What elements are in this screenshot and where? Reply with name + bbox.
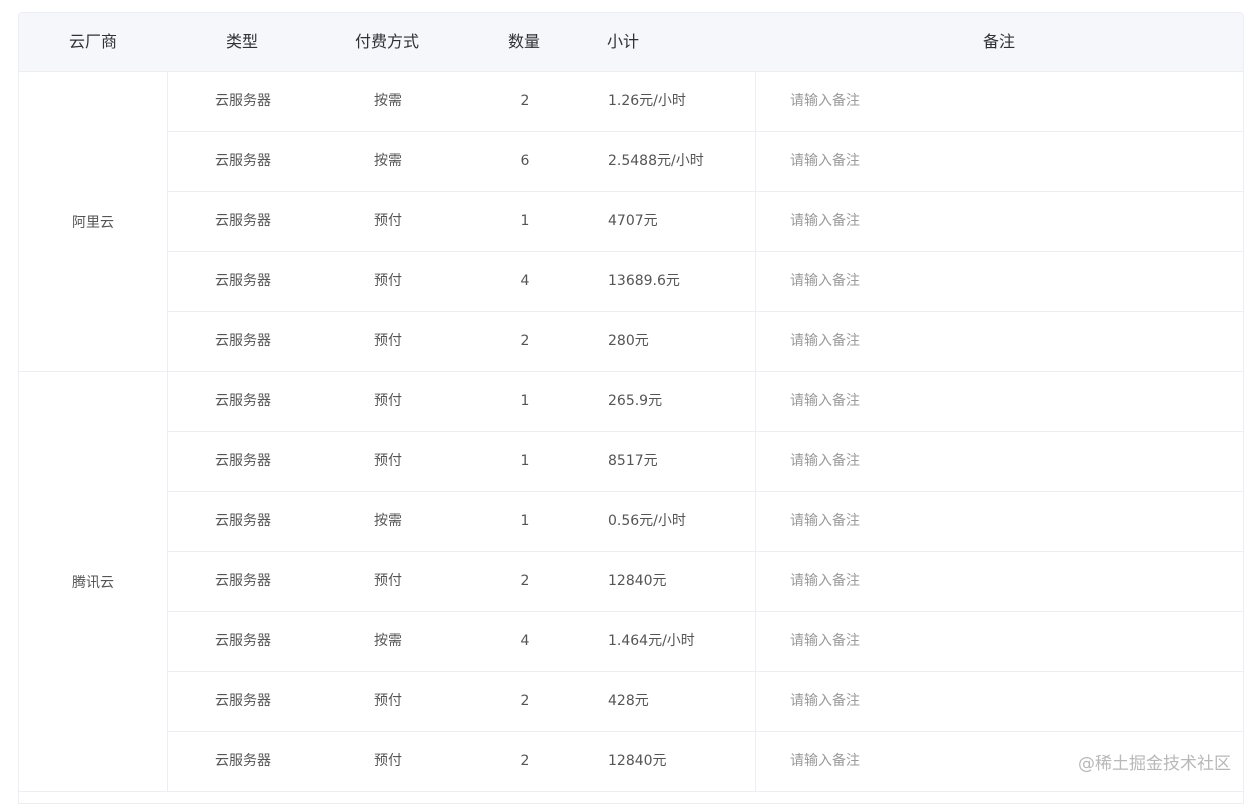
- quantity-cell: 1: [520, 393, 530, 409]
- table-row: 云服务器 按需 4 1.464元/小时: [168, 612, 1243, 672]
- note-input[interactable]: [790, 266, 1210, 296]
- note-cell: [755, 132, 1243, 191]
- type-cell: 云服务器: [215, 393, 271, 409]
- header-subtotal: 小计: [607, 32, 640, 51]
- cloud-cost-table: 云厂商 类型 付费方式 数量 小计 备注 阿里云 云服务器 按需 2 1.26元…: [18, 12, 1244, 804]
- subtotal-cell: 265.9元: [608, 393, 663, 409]
- table-header: 云厂商 类型 付费方式 数量 小计 备注: [19, 13, 1243, 72]
- subtotal-cell: 2.5488元/小时: [608, 153, 704, 169]
- note-cell: [755, 432, 1243, 491]
- payment-cell: 预付: [374, 573, 402, 589]
- header-vendor: 云厂商: [68, 32, 117, 51]
- note-input[interactable]: [790, 686, 1210, 716]
- note-input[interactable]: [790, 446, 1210, 476]
- vendor-name: 腾讯云: [19, 372, 168, 791]
- note-input[interactable]: [790, 506, 1210, 536]
- subtotal-cell: 13689.6元: [608, 273, 680, 289]
- note-cell: [755, 492, 1243, 551]
- table-row: 云服务器 预付 1 8517元: [168, 432, 1243, 492]
- quantity-cell: 2: [520, 693, 530, 709]
- subtotal-cell: 1.464元/小时: [608, 633, 695, 649]
- table-row: 云服务器 按需 6 2.5488元/小时: [168, 132, 1243, 192]
- note-cell: [755, 72, 1243, 131]
- type-cell: 云服务器: [215, 633, 271, 649]
- quantity-cell: 2: [520, 333, 530, 349]
- subtotal-cell: 4707元: [608, 213, 658, 229]
- quantity-cell: 1: [520, 513, 530, 529]
- note-cell: [755, 252, 1243, 311]
- header-type: 类型: [225, 32, 258, 51]
- type-cell: 云服务器: [215, 213, 271, 229]
- header-payment: 付费方式: [354, 32, 419, 51]
- subtotal-cell: 428元: [608, 693, 649, 709]
- note-input[interactable]: [790, 386, 1210, 416]
- note-cell: [755, 312, 1243, 371]
- payment-cell: 按需: [374, 153, 402, 169]
- type-cell: 云服务器: [215, 513, 271, 529]
- quantity-cell: 2: [520, 573, 530, 589]
- quantity-cell: 2: [520, 753, 530, 769]
- type-cell: 云服务器: [215, 93, 271, 109]
- vendor-group: 腾讯云 云服务器 预付 1 265.9元 云服务器 预付 1 8517元 云服务…: [19, 372, 1243, 792]
- note-input[interactable]: [790, 566, 1210, 596]
- header-quantity: 数量: [507, 32, 540, 51]
- note-input[interactable]: [790, 326, 1210, 356]
- quantity-cell: 4: [520, 273, 530, 289]
- table-row: 云服务器 按需 1 0.56元/小时: [168, 492, 1243, 552]
- note-input[interactable]: [790, 206, 1210, 236]
- payment-cell: 预付: [374, 213, 402, 229]
- payment-cell: 预付: [374, 273, 402, 289]
- type-cell: 云服务器: [215, 693, 271, 709]
- vendor-name: 阿里云: [19, 72, 168, 371]
- quantity-cell: 1: [520, 213, 530, 229]
- note-input[interactable]: [790, 626, 1210, 656]
- note-cell: [755, 552, 1243, 611]
- table-row: 云服务器 预付 2 280元: [168, 312, 1243, 371]
- payment-cell: 预付: [374, 753, 402, 769]
- watermark: @稀土掘金技术社区: [1078, 754, 1231, 774]
- note-cell: [755, 192, 1243, 251]
- subtotal-cell: 12840元: [608, 573, 667, 589]
- table-row: 云服务器 按需 2 1.26元/小时: [168, 72, 1243, 132]
- type-cell: 云服务器: [215, 753, 271, 769]
- note-cell: [755, 672, 1243, 731]
- quantity-cell: 1: [520, 453, 530, 469]
- table-row: 云服务器 预付 1 265.9元: [168, 372, 1243, 432]
- payment-cell: 按需: [374, 633, 402, 649]
- type-cell: 云服务器: [215, 333, 271, 349]
- payment-cell: 预付: [374, 693, 402, 709]
- payment-cell: 按需: [374, 93, 402, 109]
- header-note: 备注: [982, 32, 1015, 51]
- note-cell: [755, 612, 1243, 671]
- payment-cell: 预付: [374, 333, 402, 349]
- table-row: 云服务器 预付 1 4707元: [168, 192, 1243, 252]
- payment-cell: 预付: [374, 393, 402, 409]
- subtotal-cell: 0.56元/小时: [608, 513, 686, 529]
- vendor-group: 阿里云 云服务器 按需 2 1.26元/小时 云服务器 按需 6 2.5488元…: [19, 72, 1243, 372]
- quantity-cell: 4: [520, 633, 530, 649]
- quantity-cell: 6: [520, 153, 530, 169]
- table-row: 云服务器 预付 4 13689.6元: [168, 252, 1243, 312]
- type-cell: 云服务器: [215, 153, 271, 169]
- quantity-cell: 2: [520, 93, 530, 109]
- type-cell: 云服务器: [215, 273, 271, 289]
- type-cell: 云服务器: [215, 573, 271, 589]
- subtotal-cell: 280元: [608, 333, 649, 349]
- note-cell: [755, 372, 1243, 431]
- note-input[interactable]: [790, 146, 1210, 176]
- payment-cell: 按需: [374, 513, 402, 529]
- subtotal-cell: 8517元: [608, 453, 658, 469]
- subtotal-cell: 1.26元/小时: [608, 93, 686, 109]
- subtotal-cell: 12840元: [608, 753, 667, 769]
- table-row: 云服务器 预付 2 428元: [168, 672, 1243, 732]
- table-row: 云服务器 预付 2 12840元: [168, 552, 1243, 612]
- payment-cell: 预付: [374, 453, 402, 469]
- type-cell: 云服务器: [215, 453, 271, 469]
- note-input[interactable]: [790, 86, 1210, 116]
